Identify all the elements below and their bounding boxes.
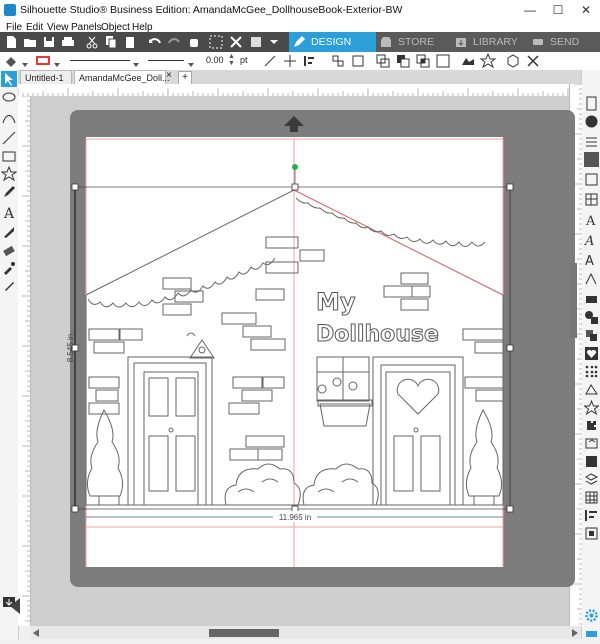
right-tree [465, 408, 503, 506]
right-bush [302, 463, 379, 506]
brick-group-8 [88, 376, 120, 415]
handle-top-center [291, 183, 299, 191]
scroll-right-arrow-icon[interactable] [572, 628, 578, 637]
selection-box[interactable] [71, 164, 514, 522]
width-dimension-label: 11.965 in [279, 513, 311, 522]
scroll-left-arrow-icon[interactable] [33, 628, 39, 637]
handle-bottom-left [71, 505, 79, 513]
left-door [127, 356, 213, 506]
brick-group-3 [221, 288, 286, 351]
brick-group-1 [265, 236, 325, 274]
title-text-dollhouse: Dollhouse [316, 322, 439, 347]
design-canvas[interactable]: My Dollhouse 11.965 in 8.545 in [0, 0, 600, 639]
handle-top-right [506, 183, 514, 191]
title-text-my: My [316, 288, 356, 316]
collapse-left-panel-icon[interactable] [8, 598, 20, 614]
right-door [372, 356, 464, 506]
horizontal-scrollbar[interactable] [31, 626, 581, 639]
birdhouse [186, 332, 215, 359]
brick-group-7 [228, 376, 285, 415]
height-dimension-label: 8.545 in [66, 334, 75, 362]
brick-group-4 [383, 272, 431, 311]
rotate-handle [292, 164, 298, 170]
handle-bottom-right [506, 505, 514, 513]
brick-group-5 [88, 328, 143, 354]
handle-middle-right [506, 344, 514, 352]
left-bush [224, 463, 301, 506]
brick-group-10 [229, 435, 285, 461]
brick-group-6 [462, 328, 504, 354]
left-tree [86, 408, 124, 506]
window-flower-box [316, 356, 373, 427]
vertical-scroll-thumb[interactable] [569, 263, 577, 338]
roof-scallops [87, 197, 486, 308]
brick-group-9 [464, 376, 504, 402]
horizontal-scroll-thumb[interactable] [209, 629, 279, 637]
handle-top-left [71, 183, 79, 191]
brick-group-2 [162, 277, 204, 316]
